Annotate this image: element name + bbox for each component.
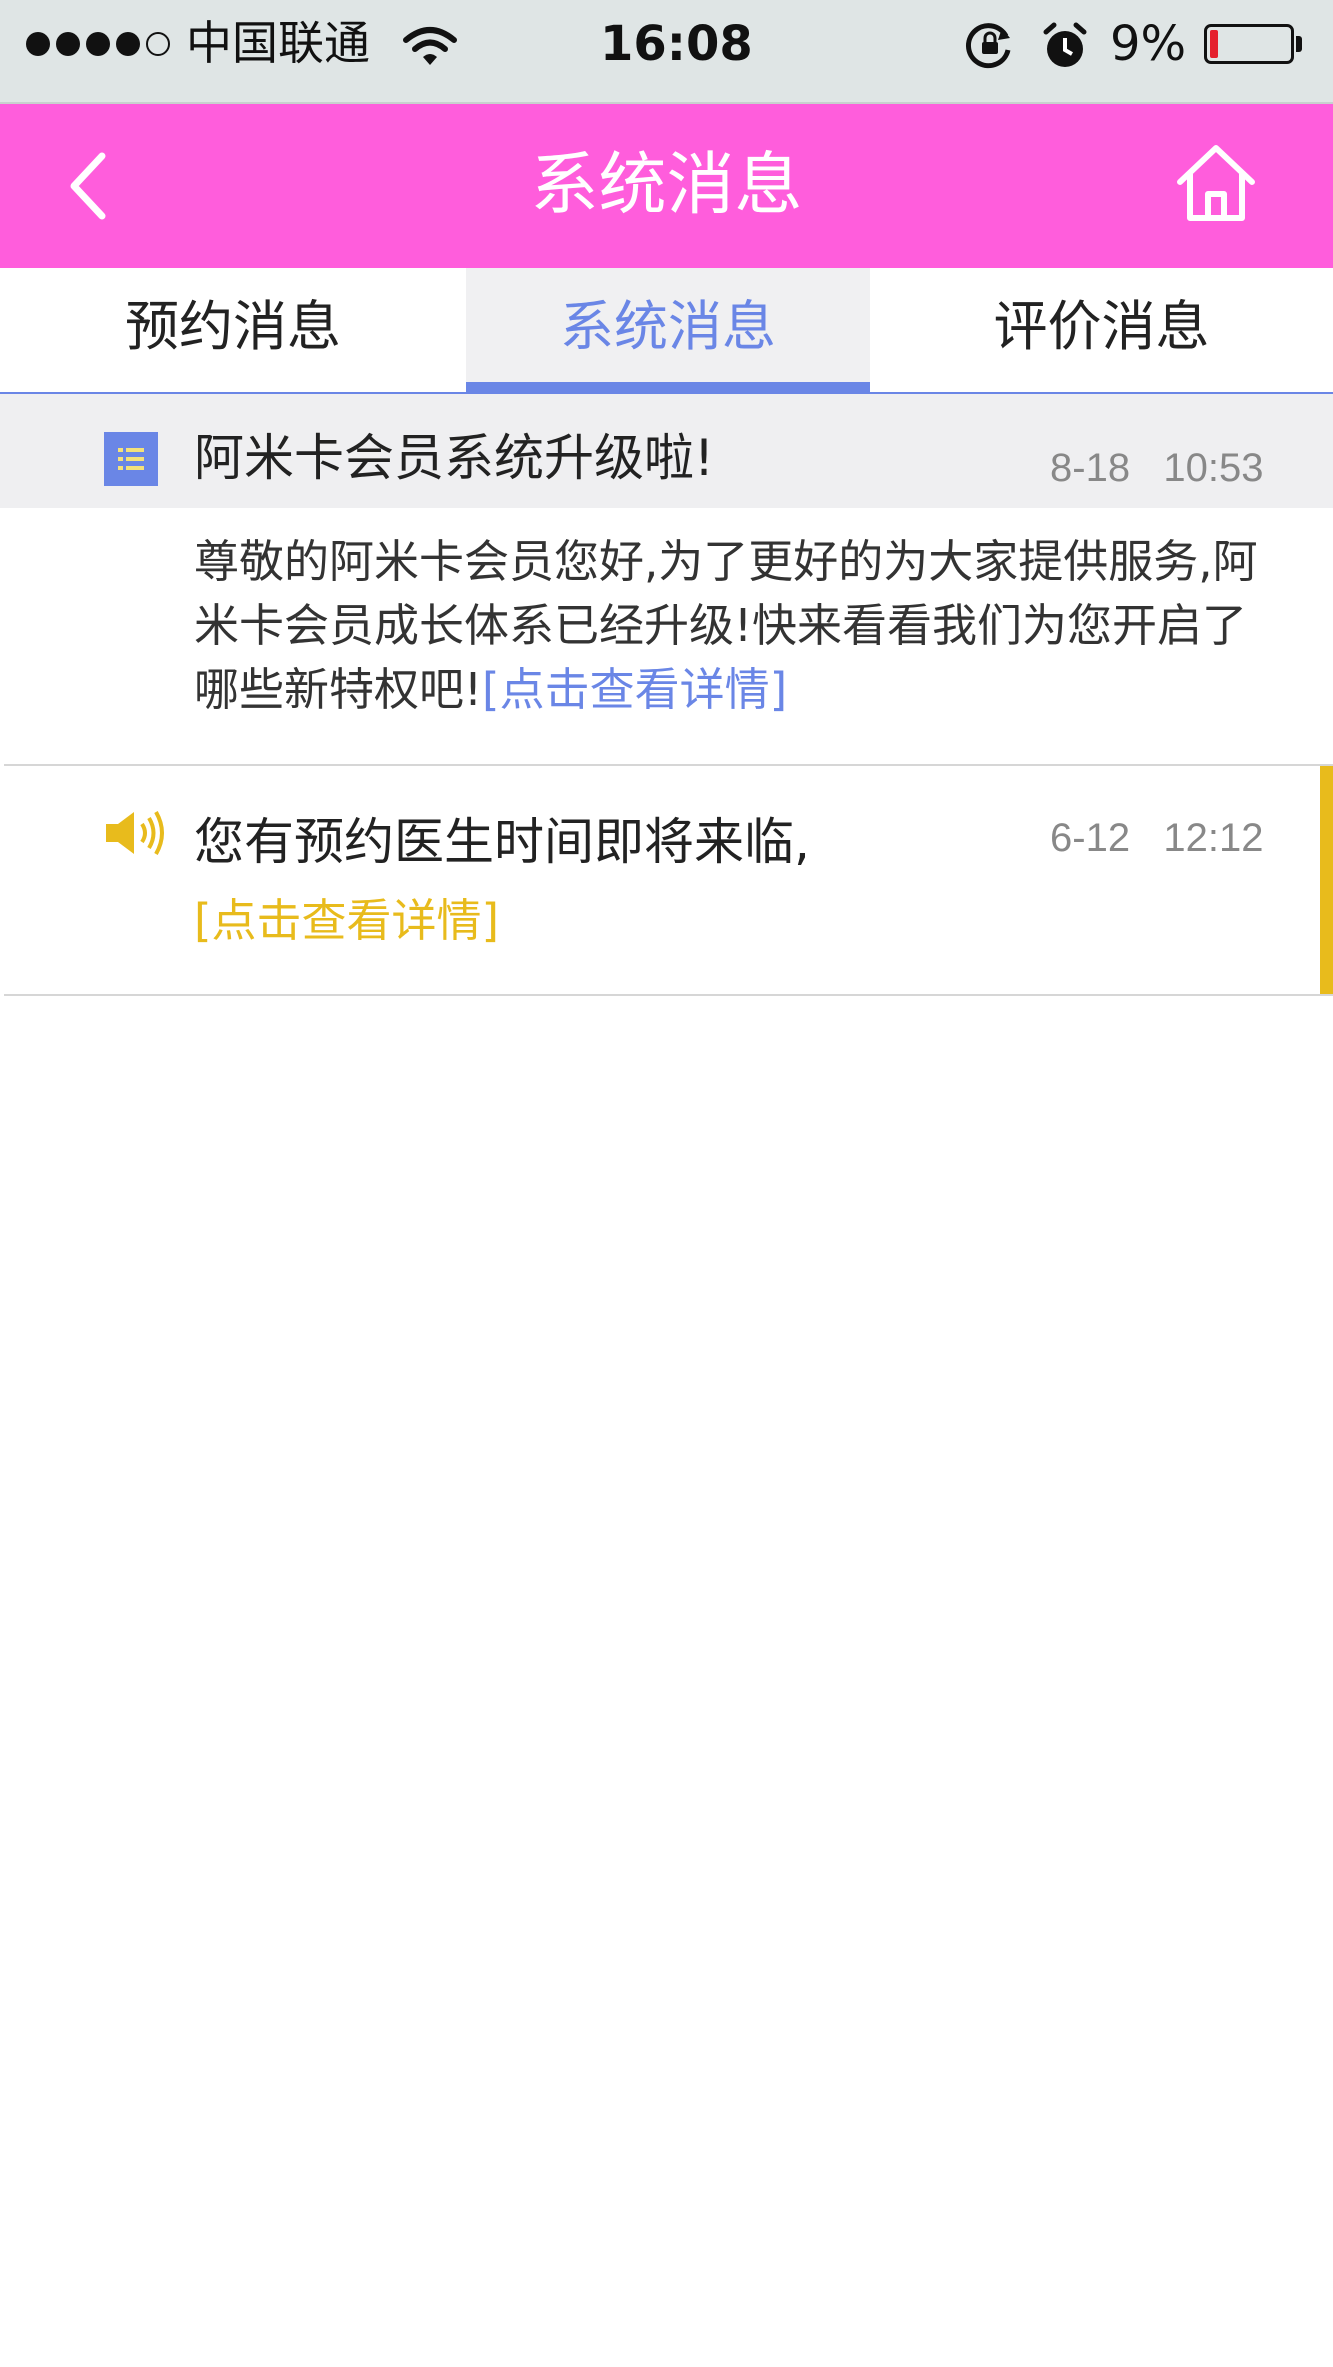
view-details-link[interactable]: [点击查看详情]: [194, 884, 499, 949]
battery-icon: [1204, 24, 1294, 64]
message-timestamp: 8-18 10:53: [1050, 446, 1264, 491]
page: 中国联通 16:08 9% 系统消息 预约消息 系统消息 评价消息 阿米卡会员系…: [0, 0, 1333, 2367]
message-date: 8-18: [1050, 446, 1131, 490]
message-title: 阿米卡会员系统升级啦!: [194, 429, 715, 487]
message-title[interactable]: 您有预约医生时间即将来临,: [194, 802, 810, 874]
message-timestamp: 6-12 12:12: [1050, 816, 1264, 861]
message-time: 12:12: [1163, 816, 1264, 860]
home-button[interactable]: [1174, 140, 1258, 224]
message-body: 尊敬的阿米卡会员您好,为了更好的为大家提供服务,阿米卡会员成长体系已经升级!快来…: [194, 530, 1274, 722]
signal-dot: [86, 32, 110, 56]
signal-dot: [146, 32, 170, 56]
unread-indicator-bar: [1320, 766, 1333, 994]
view-details-link[interactable]: [点击查看详情]: [482, 663, 787, 716]
tab-review-messages[interactable]: 评价消息: [870, 268, 1333, 392]
list-icon: [104, 432, 158, 486]
divider: [4, 764, 1333, 766]
status-time: 16:08: [600, 16, 753, 72]
alarm-icon: [1043, 22, 1087, 67]
tab-appointment-messages[interactable]: 预约消息: [0, 268, 466, 392]
signal-strength-indicator: [26, 32, 170, 56]
signal-dot: [56, 32, 80, 56]
battery-percentage: 9%: [1110, 16, 1187, 72]
active-tab-indicator: [466, 382, 870, 392]
status-bar: 中国联通 16:08 9%: [0, 0, 1333, 104]
signal-dot: [26, 32, 50, 56]
speaker-icon: [106, 811, 164, 855]
tab-system-messages[interactable]: 系统消息: [466, 268, 870, 392]
divider: [4, 994, 1333, 996]
message-tabs: 预约消息 系统消息 评价消息: [0, 268, 1333, 394]
carrier-name: 中国联通: [186, 16, 370, 70]
battery-level: [1210, 30, 1218, 58]
signal-dot: [116, 32, 140, 56]
wifi-icon: [403, 27, 457, 65]
app-header: 系统消息: [0, 104, 1333, 268]
message-header[interactable]: 阿米卡会员系统升级啦! 8-18 10:53: [0, 394, 1333, 508]
page-title: 系统消息: [530, 146, 803, 225]
battery-cap: [1296, 36, 1302, 52]
message-time: 10:53: [1163, 446, 1264, 490]
message-date: 6-12: [1050, 816, 1131, 860]
rotation-lock-icon: [966, 23, 1011, 69]
tab-label: 系统消息: [560, 295, 776, 358]
